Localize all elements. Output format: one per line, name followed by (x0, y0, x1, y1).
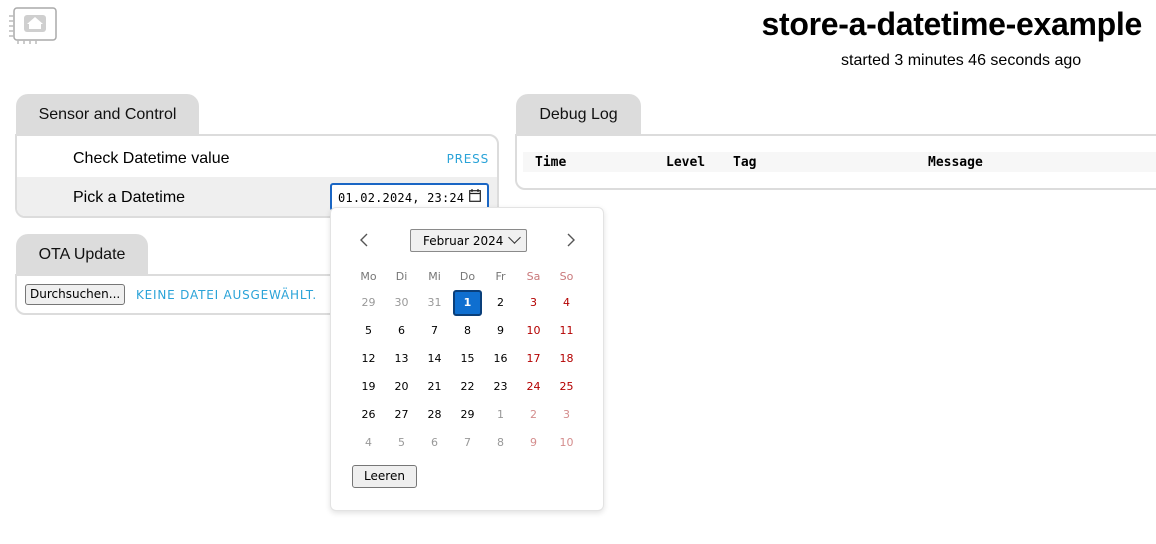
row-label: Check Datetime value (73, 150, 230, 167)
calendar-day[interactable]: 23 (484, 373, 517, 401)
calendar-day[interactable]: 4 (352, 429, 385, 457)
ota-update-panel: Durchsuchen... KEINE DATEI AUSGEWÄHLT. (15, 274, 355, 315)
sensor-control-panel: Check Datetime value PRESS Pick a Dateti… (15, 134, 499, 218)
weekday-label: Di (395, 270, 408, 283)
calendar-day[interactable]: 7 (418, 317, 451, 345)
calendar-day[interactable]: 10 (517, 317, 550, 345)
calendar-day[interactable]: 3 (517, 289, 550, 317)
chevron-down-icon (508, 231, 521, 244)
calendar-day[interactable]: 29 (352, 289, 385, 317)
calendar-day[interactable]: 2 (484, 289, 517, 317)
calendar-day[interactable]: 27 (385, 401, 418, 429)
calendar-day[interactable]: 6 (385, 317, 418, 345)
calendar-day[interactable]: 29 (451, 401, 484, 429)
calendar-day[interactable]: 10 (550, 429, 583, 457)
calendar-day[interactable]: 3 (550, 401, 583, 429)
calendar-day[interactable]: 26 (352, 401, 385, 429)
datetime-value: 01.02.2024, 23:24 (338, 191, 465, 205)
calendar-day[interactable]: 18 (550, 345, 583, 373)
tab-ota-update: OTA Update (16, 234, 148, 276)
calendar-day[interactable]: 11 (550, 317, 583, 345)
calendar-day[interactable]: 24 (517, 373, 550, 401)
calendar-day[interactable]: 1 (484, 401, 517, 429)
calendar-day[interactable]: 30 (385, 289, 418, 317)
calendar-day[interactable]: 21 (418, 373, 451, 401)
calendar-day-selected[interactable]: 1 (451, 289, 484, 317)
tab-sensor-and-control: Sensor and Control (16, 94, 199, 136)
weekday-label: Fr (495, 270, 506, 283)
calendar-day[interactable]: 16 (484, 345, 517, 373)
calendar-day[interactable]: 22 (451, 373, 484, 401)
row-label: Pick a Datetime (73, 189, 186, 206)
calendar-grid: 29 30 31 1 2 3 4 5 6 7 8 9 10 11 12 13 14 15 16 17 18 19 20 21 2… (352, 289, 583, 457)
page-title: store-a-datetime-example (761, 6, 1143, 42)
calendar-day[interactable]: 5 (385, 429, 418, 457)
calendar-day[interactable]: 8 (451, 317, 484, 345)
calendar-day[interactable]: 7 (451, 429, 484, 457)
col-level: Level (666, 155, 706, 170)
calendar-day[interactable]: 12 (352, 345, 385, 373)
calendar-day[interactable]: 4 (550, 289, 583, 317)
calendar-day[interactable]: 25 (550, 373, 583, 401)
col-time: Time (535, 155, 567, 170)
weekday-label: Mi (428, 270, 441, 283)
calendar-day[interactable]: 9 (484, 317, 517, 345)
tab-label: Debug Log (539, 106, 618, 123)
calendar-day[interactable]: 20 (385, 373, 418, 401)
chevron-left-icon (360, 233, 368, 247)
calendar-day[interactable]: 31 (418, 289, 451, 317)
weekday-label: Do (459, 270, 476, 283)
calendar-day[interactable]: 6 (418, 429, 451, 457)
month-year-select[interactable]: Februar 2024 (410, 229, 527, 252)
calendar-day[interactable]: 15 (451, 345, 484, 373)
calendar-day[interactable]: 8 (484, 429, 517, 457)
browse-file-button[interactable]: Durchsuchen... (25, 284, 126, 305)
debug-log-header: Time Level Tag Message (523, 152, 1156, 172)
calendar-day[interactable]: 13 (385, 345, 418, 373)
col-tag: Tag (733, 155, 757, 170)
weekday-label: Sa (526, 270, 541, 283)
no-file-selected-text: KEINE DATEI AUSGEWÄHLT. (136, 288, 318, 302)
calendar-day[interactable]: 5 (352, 317, 385, 345)
chevron-right-icon (567, 233, 575, 247)
debug-log-panel: Time Level Tag Message (515, 134, 1156, 190)
press-button[interactable]: PRESS (447, 152, 489, 166)
tab-debug-log: Debug Log (516, 94, 641, 136)
col-message: Message (928, 155, 983, 170)
next-month-button[interactable] (563, 232, 579, 250)
calendar-day[interactable]: 2 (517, 401, 550, 429)
home-logo-icon[interactable] (8, 6, 58, 44)
uptime-text: started 3 minutes 46 seconds ago (841, 52, 1082, 69)
datetime-picker-popup: Februar 2024 Mo Di Mi Do Fr Sa So 29 30 31 1 2 3 4 5 6… (330, 207, 604, 511)
weekday-label: Mo (360, 270, 377, 283)
prev-month-button[interactable] (356, 232, 372, 250)
calendar-icon[interactable] (469, 189, 481, 202)
check-datetime-row: Check Datetime value PRESS (17, 138, 497, 178)
calendar-day[interactable]: 14 (418, 345, 451, 373)
tab-label: Sensor and Control (38, 106, 177, 123)
calendar-day[interactable]: 9 (517, 429, 550, 457)
tab-label: OTA Update (38, 246, 126, 263)
calendar-day[interactable]: 17 (517, 345, 550, 373)
weekday-label: So (559, 270, 574, 283)
calendar-day[interactable]: 19 (352, 373, 385, 401)
calendar-day[interactable]: 28 (418, 401, 451, 429)
month-year-label: Februar 2024 (423, 234, 504, 248)
clear-button[interactable]: Leeren (352, 465, 417, 488)
